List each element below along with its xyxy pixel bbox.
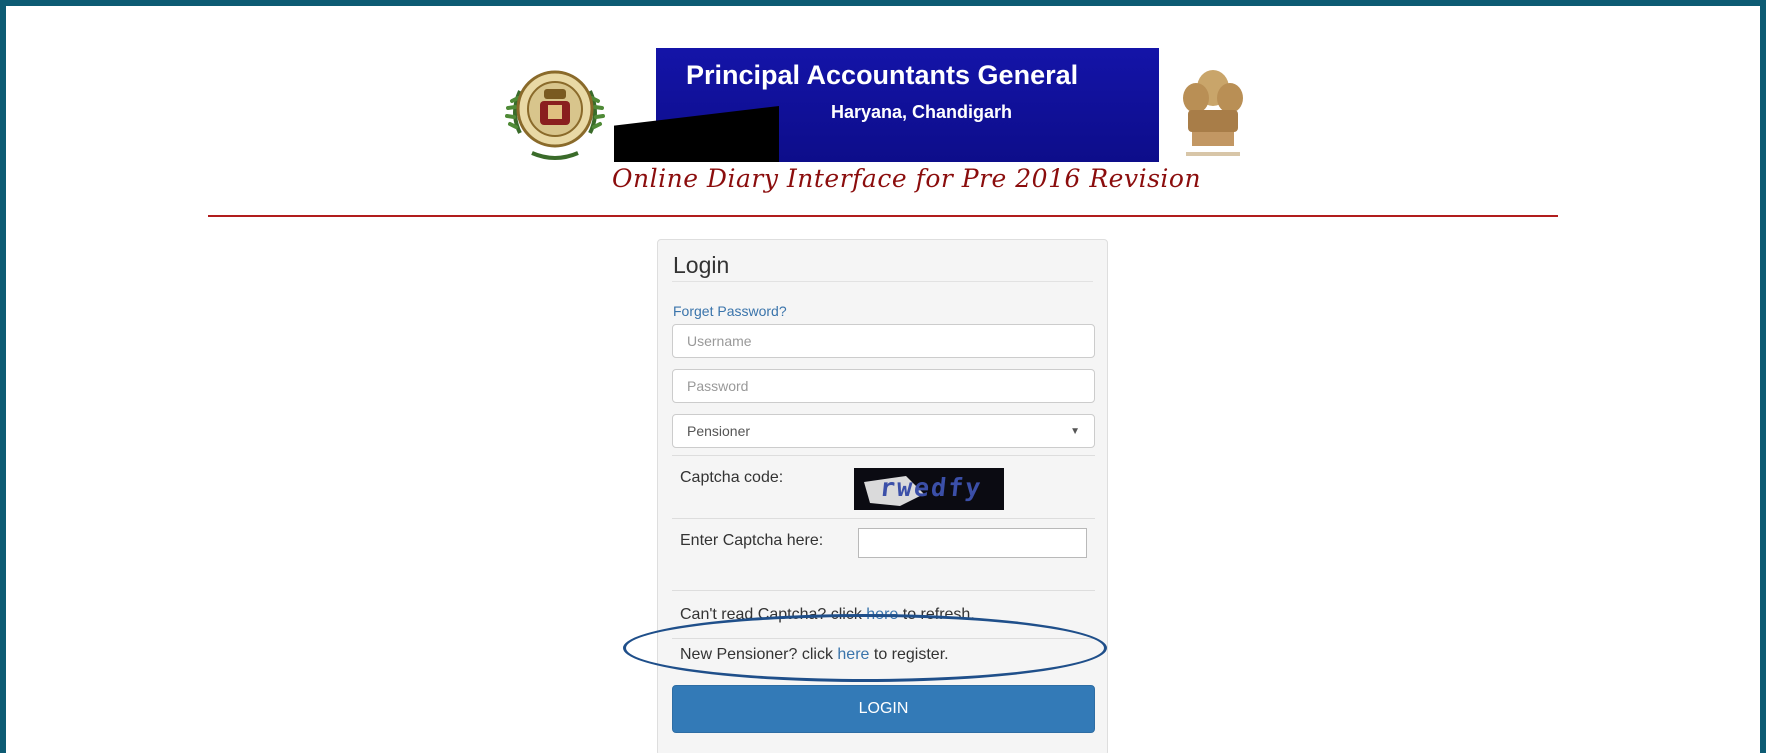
page-frame: Principal Accountants General Haryana, C… <box>6 6 1760 753</box>
banner-title: Principal Accountants General <box>686 60 1079 90</box>
login-title-divider <box>672 281 1093 282</box>
login-button[interactable]: LOGIN <box>672 685 1095 733</box>
username-input[interactable] <box>672 324 1095 358</box>
header-divider <box>208 215 1558 217</box>
login-title: Login <box>673 252 730 278</box>
row-divider <box>672 455 1095 456</box>
cag-seal-icon <box>505 70 605 160</box>
password-input[interactable] <box>672 369 1095 403</box>
captcha-image: rwedfy <box>854 468 1004 510</box>
user-type-value: Pensioner <box>687 423 751 439</box>
row-divider <box>672 518 1095 519</box>
ashoka-emblem-icon <box>1183 70 1243 156</box>
user-type-select[interactable]: Pensioner ▼ <box>672 414 1095 448</box>
captcha-input[interactable] <box>858 528 1087 558</box>
header-banner: Principal Accountants General Haryana, C… <box>614 48 1159 162</box>
enter-captcha-label: Enter Captcha here: <box>680 532 824 549</box>
register-highlight-ellipse <box>623 614 1107 682</box>
chevron-down-icon: ▼ <box>1070 425 1080 437</box>
page-tagline: Online Diary Interface for Pre 2016 Revi… <box>612 164 1202 193</box>
banner-subtitle: Haryana, Chandigarh <box>831 102 1013 122</box>
captcha-text: rwedfy <box>878 473 984 502</box>
forgot-password-link[interactable]: Forget Password? <box>673 303 787 319</box>
captcha-label: Captcha code: <box>680 469 784 486</box>
row-divider <box>672 590 1095 591</box>
